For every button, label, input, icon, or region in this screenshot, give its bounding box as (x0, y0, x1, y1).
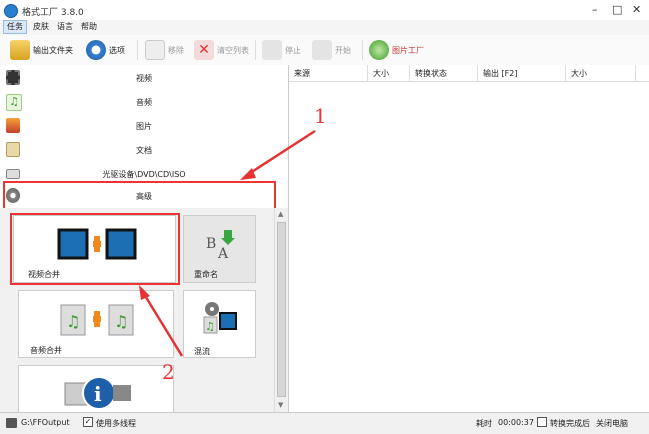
stop-icon (262, 40, 282, 60)
task-table: 来源 大小 转换状态 输出 [F2] 大小 (289, 65, 649, 412)
svg-text:i: i (94, 382, 102, 406)
column-output[interactable]: 输出 [F2] (478, 65, 566, 82)
picture-factory-button[interactable]: 图片工厂 (369, 38, 424, 62)
multithread-label: 使用多线程 (96, 419, 136, 428)
mux-tile[interactable]: ♫ 混流 (183, 290, 256, 358)
maximize-icon[interactable]: □ (612, 3, 622, 16)
toolbar-separator (362, 40, 363, 60)
menu-skin[interactable]: 皮肤 (30, 21, 52, 33)
after-done-label: 转换完成后 (550, 419, 590, 428)
panel-scrollbar[interactable]: ▲ ▼ (274, 208, 288, 412)
remove-icon (145, 40, 165, 60)
svg-text:♫: ♫ (114, 312, 128, 331)
title-bar: 格式工厂 3.8.0 – □ ✕ (0, 0, 649, 21)
minimize-icon[interactable]: – (592, 3, 598, 16)
svg-text:♫: ♫ (66, 312, 80, 331)
menu-language[interactable]: 语言 (54, 21, 76, 33)
output-path[interactable]: G:\FFOutput (21, 418, 70, 427)
category-document[interactable]: 文档 (0, 138, 288, 161)
category-audio[interactable]: ♫ 音频 (0, 90, 288, 113)
shutdown-option[interactable]: 关闭电脑 (596, 418, 628, 429)
audio-merge-label: 音频合并 (30, 346, 62, 355)
audio-merge-tile[interactable]: ♫ ♫ 音频合并 (18, 290, 174, 358)
annotation-number-1: 1 (314, 104, 327, 128)
category-video[interactable]: 视频 (0, 66, 288, 89)
toolbar: 输出文件夹 选项 移除 ✕ 清空列表 停止 开始 图片工厂 (0, 35, 649, 66)
mux-label: 混流 (194, 347, 210, 356)
clear-x-icon: ✕ (194, 40, 214, 60)
toolbar-separator (255, 40, 256, 60)
after-done-checkbox[interactable] (537, 417, 547, 427)
column-status[interactable]: 转换状态 (410, 65, 478, 82)
rename-icon: B A (206, 230, 235, 260)
mux-icon: ♫ (203, 302, 237, 334)
scroll-down-icon[interactable]: ▼ (278, 401, 283, 409)
column-size[interactable]: 大小 (368, 65, 410, 82)
start-icon (312, 40, 332, 60)
status-bar: G:\FFOutput ✓ 使用多线程 耗时 00:00:37 转换完成后 关闭… (0, 412, 649, 434)
svg-text:A: A (217, 246, 229, 260)
scroll-thumb[interactable] (277, 222, 286, 397)
rename-tile[interactable]: B A 重命名 (183, 215, 256, 283)
clear-list-button[interactable]: ✕ 清空列表 (194, 38, 249, 62)
output-folder-button[interactable]: 输出文件夹 (10, 38, 73, 62)
remove-button[interactable]: 移除 (145, 38, 184, 62)
annotation-box-advanced (3, 181, 276, 211)
scroll-up-icon[interactable]: ▲ (278, 210, 283, 218)
output-folder-icon (6, 418, 17, 428)
menu-task[interactable]: 任务 (3, 20, 27, 34)
app-logo-icon (4, 4, 18, 18)
column-output-size[interactable]: 大小 (566, 65, 636, 82)
picture-factory-icon (369, 40, 389, 60)
stop-button[interactable]: 停止 (262, 38, 301, 62)
svg-text:B: B (206, 236, 216, 252)
start-button[interactable]: 开始 (312, 38, 351, 62)
column-source[interactable]: 来源 (289, 65, 368, 82)
folder-icon (10, 40, 30, 60)
svg-text:♫: ♫ (205, 320, 215, 333)
menu-help[interactable]: 帮助 (78, 21, 100, 33)
menu-bar: 任务 皮肤 语言 帮助 (0, 20, 649, 35)
options-gear-icon (86, 40, 106, 60)
media-info-icon: i (64, 376, 131, 410)
category-picture[interactable]: 图片 (0, 114, 288, 137)
elapsed-time: 00:00:37 (498, 418, 534, 427)
elapsed-label: 耗时 (476, 419, 492, 428)
options-button[interactable]: 选项 (86, 38, 125, 62)
column-filler (636, 65, 649, 82)
close-icon[interactable]: ✕ (632, 3, 641, 16)
annotation-box-video-merge (10, 213, 180, 285)
multithread-checkbox[interactable]: ✓ (83, 417, 93, 427)
annotation-number-2: 2 (162, 360, 175, 384)
rename-label: 重命名 (194, 270, 218, 279)
window-title: 格式工厂 3.8.0 (22, 8, 84, 18)
audio-merge-icon: ♫ ♫ (60, 304, 134, 336)
toolbar-separator (137, 40, 138, 60)
media-info-tile[interactable]: i (18, 365, 174, 412)
